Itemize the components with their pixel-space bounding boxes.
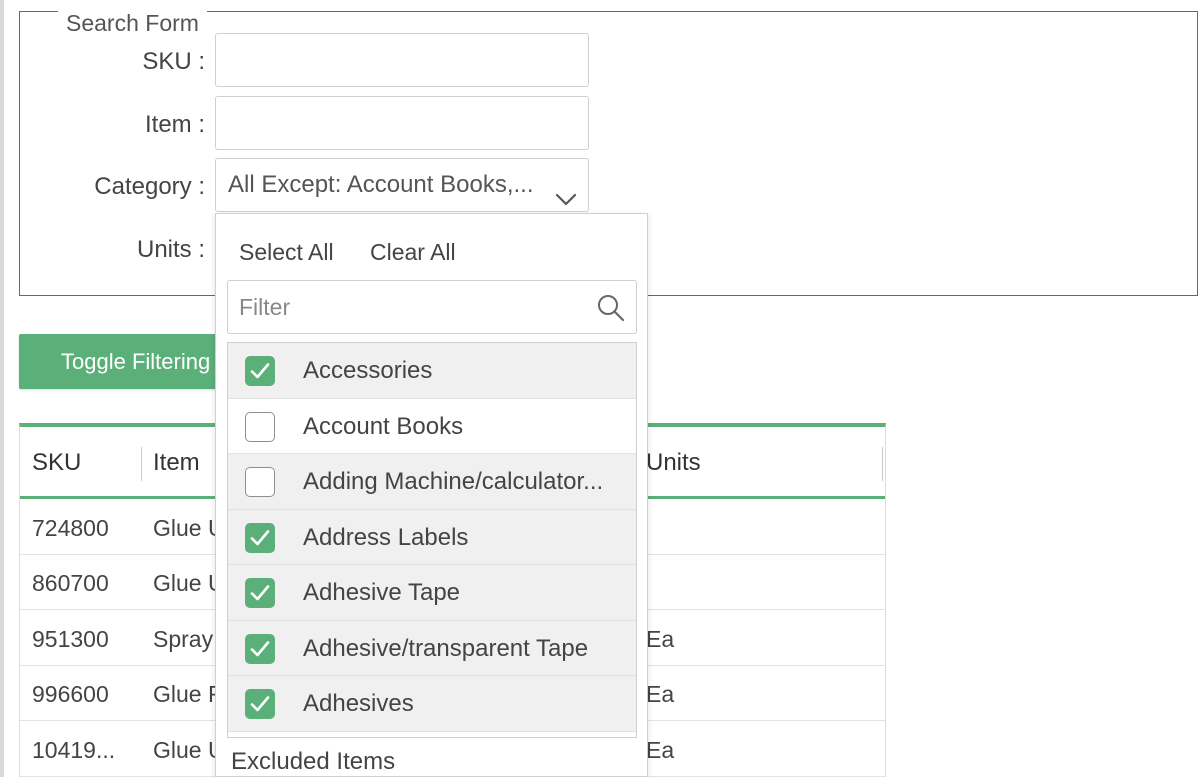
column-header-item[interactable]: Item	[153, 449, 200, 477]
units-label: Units :	[136, 236, 205, 263]
cell-sku: 860700	[32, 570, 109, 596]
column-header-units[interactable]: Units	[646, 449, 701, 477]
item-label: Item :	[144, 111, 205, 138]
checkbox-unchecked[interactable]	[245, 467, 275, 497]
option-label: Accessories	[303, 357, 433, 384]
category-option-address-labels[interactable]: Address Labels	[228, 509, 636, 565]
search-form-legend: Search Form	[58, 10, 207, 36]
option-label: Adhesives	[303, 690, 414, 717]
column-resize-handle[interactable]	[882, 447, 883, 481]
cell-item: Glue U	[153, 515, 225, 541]
cell-item: Spray	[153, 626, 214, 652]
option-label: Account Books	[303, 412, 464, 440]
clear-all-link[interactable]: Clear All	[370, 239, 456, 266]
checkbox-checked[interactable]	[245, 689, 275, 719]
checkbox-checked[interactable]	[245, 633, 275, 664]
option-label: Adding Machine/calculator...	[303, 468, 604, 495]
category-dropdown: Select All Clear All Accessories Account…	[215, 213, 648, 777]
category-option-adhesive-tape[interactable]: Adhesive Tape	[228, 565, 636, 621]
category-select-value: All Except: Account Books,...	[228, 171, 534, 198]
column-resize-handle[interactable]	[141, 447, 142, 481]
page-left-border	[0, 0, 4, 777]
cell-units: Ea	[646, 681, 675, 707]
filter-field	[227, 280, 637, 334]
option-label: Adhesive/transparent Tape	[303, 634, 589, 662]
category-select[interactable]: All Except: Account Books,...	[215, 158, 589, 212]
checkbox-checked[interactable]	[245, 356, 275, 386]
cell-item: Glue U	[153, 570, 225, 596]
select-all-link[interactable]: Select All	[239, 239, 334, 266]
excluded-items-heading: Excluded Items	[231, 748, 396, 775]
cell-sku: 724800	[32, 515, 109, 541]
cell-units: Ea	[646, 626, 675, 652]
category-option-adding-machine[interactable]: Adding Machine/calculator...	[228, 454, 636, 510]
sku-input[interactable]	[215, 33, 589, 87]
cell-item: Glue U	[153, 737, 225, 763]
category-option-adhesive-transparent-tape[interactable]: Adhesive/transparent Tape	[228, 620, 636, 676]
column-header-sku[interactable]: SKU	[32, 449, 81, 477]
filter-input[interactable]	[228, 281, 588, 333]
category-label: Category :	[94, 173, 205, 200]
sku-label: SKU :	[142, 48, 205, 75]
option-label: Address Labels	[303, 523, 469, 551]
cell-sku: 996600	[32, 681, 109, 707]
search-icon[interactable]	[596, 293, 626, 328]
cell-sku: 10419...	[32, 737, 116, 763]
checkbox-checked[interactable]	[245, 522, 275, 553]
cell-item: Glue F	[153, 681, 223, 707]
category-option-adhesives[interactable]: Adhesives	[228, 676, 636, 732]
checkbox-checked[interactable]	[245, 578, 275, 608]
option-label: Adhesive Tape	[303, 579, 461, 606]
category-option-accessories[interactable]: Accessories	[228, 343, 636, 399]
category-options-list[interactable]: Accessories Account Books Adding Machine…	[227, 342, 637, 738]
cell-sku: 951300	[32, 626, 109, 652]
checkbox-unchecked[interactable]	[245, 411, 275, 442]
cell-units: Ea	[646, 737, 675, 763]
category-option-account-books[interactable]: Account Books	[228, 398, 636, 454]
item-input[interactable]	[215, 96, 589, 150]
